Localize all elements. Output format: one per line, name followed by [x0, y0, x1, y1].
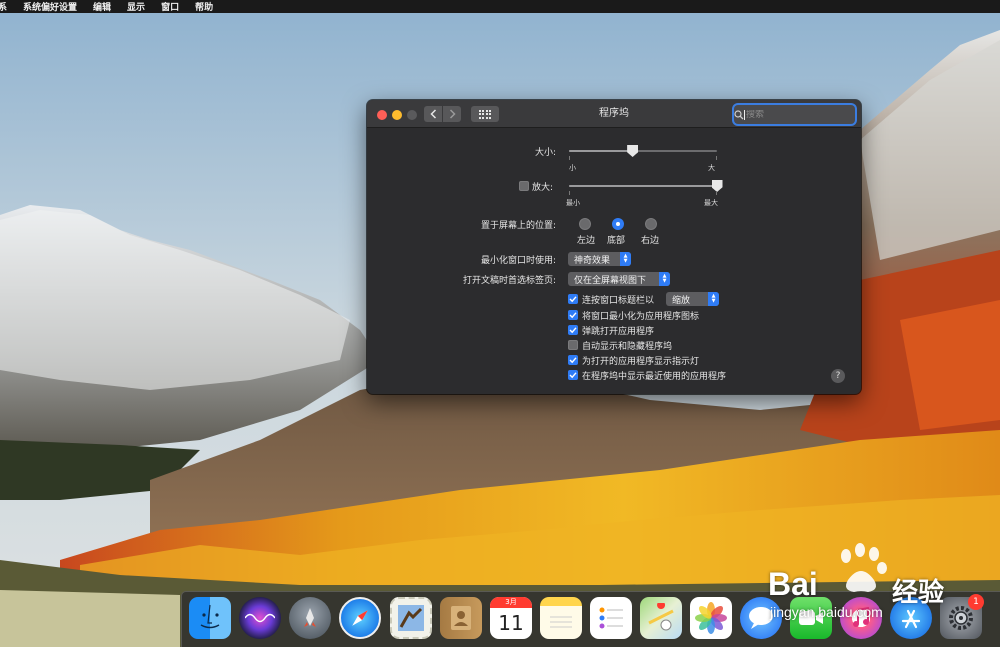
slider-tick: [569, 156, 570, 160]
forward-button[interactable]: [443, 106, 461, 122]
contacts-icon[interactable]: [440, 597, 482, 639]
size-slider[interactable]: [569, 145, 717, 160]
checkmark-icon: [569, 357, 577, 364]
prefer-tabs-popup[interactable]: 仅在全屏幕视图下 ▲ ▼: [568, 272, 670, 286]
option-checkbox[interactable]: [568, 355, 578, 365]
grid-icon: [478, 109, 481, 112]
safari-icon[interactable]: [339, 597, 381, 639]
position-label: 置于屏幕上的位置:: [480, 221, 556, 231]
magnify-max-label: 最大: [704, 199, 718, 207]
option-label: 将窗口最小化为应用程序图标: [582, 311, 700, 322]
back-button[interactable]: [424, 106, 442, 122]
title-bar: 程序坞 ⋯: [367, 100, 861, 128]
position-left-label: 左边: [577, 236, 596, 246]
menu-edit[interactable]: 编辑: [85, 0, 119, 13]
help-button[interactable]: ?: [831, 369, 845, 383]
checkmark-icon: [569, 296, 577, 303]
maps-icon[interactable]: [640, 597, 682, 639]
zoom-window-button[interactable]: [407, 110, 417, 120]
size-min-label: 小: [569, 164, 576, 172]
checkmark-icon: [569, 372, 577, 379]
option-row: 弹跳打开应用程序: [568, 324, 655, 337]
position-bottom-radio[interactable]: [612, 218, 624, 230]
finder-icon[interactable]: [189, 597, 231, 639]
option-row: 将窗口最小化为应用程序图标: [568, 309, 700, 322]
popup-arrows-icon: ▲ ▼: [708, 292, 719, 306]
position-bottom-label: 底部: [607, 236, 626, 246]
minimize-window-button[interactable]: [392, 110, 402, 120]
mail-icon[interactable]: [390, 597, 432, 639]
search-field[interactable]: ⋯: [734, 105, 861, 124]
magnify-slider-fill: [569, 185, 717, 187]
menu-view[interactable]: 显示: [119, 0, 153, 13]
checkmark-icon: [569, 327, 577, 334]
menu-window[interactable]: 窗口: [153, 0, 187, 13]
menu-help[interactable]: 帮助: [187, 0, 221, 13]
menu-system-preferences[interactable]: 系统偏好设置: [15, 0, 85, 13]
minimize-effect-popup[interactable]: 神奇效果 ▲ ▼: [568, 252, 631, 266]
double-click-label: 连按窗口标题栏以: [582, 295, 655, 306]
slider-tick: [716, 191, 717, 195]
show-all-button[interactable]: [471, 106, 499, 122]
prefer-tabs-label: 打开文稿时首选标签页:: [462, 276, 556, 286]
position-right-label: 右边: [641, 236, 660, 246]
calendar-month: 3月: [490, 597, 532, 608]
double-click-popup[interactable]: 缩放 ▲ ▼: [666, 292, 719, 306]
chevron-right-icon: [449, 109, 456, 119]
siri-icon[interactable]: [239, 597, 281, 639]
double-click-row: 连按窗口标题栏以: [568, 293, 655, 306]
messages-icon[interactable]: [740, 597, 782, 639]
option-label: 为打开的应用程序显示指示灯: [582, 356, 700, 367]
position-left-radio[interactable]: [579, 218, 591, 230]
reminders-icon[interactable]: [590, 597, 632, 639]
option-row: 自动显示和隐藏程序坞: [568, 339, 673, 352]
slider-tick: [569, 191, 570, 195]
magnify-slider[interactable]: [569, 180, 723, 195]
notes-icon[interactable]: [540, 597, 582, 639]
facetime-icon[interactable]: [790, 597, 832, 639]
minimize-effect-value: 神奇效果: [574, 255, 611, 266]
menu-bar: 系 系统偏好设置 编辑 显示 窗口 帮助: [0, 0, 1000, 13]
double-click-value: 缩放: [672, 295, 691, 306]
option-label: 弹跳打开应用程序: [582, 326, 655, 337]
menu-app-fragment[interactable]: 系: [0, 0, 15, 13]
chevron-left-icon: [429, 109, 436, 119]
option-checkbox[interactable]: [568, 325, 578, 335]
option-row: 在程序坞中显示最近使用的应用程序: [568, 369, 727, 382]
checkmark-icon: [569, 312, 577, 319]
size-max-label: 大: [708, 164, 715, 172]
notification-badge: 1: [968, 594, 984, 610]
position-right-radio[interactable]: [645, 218, 657, 230]
minimize-effect-label: 最小化窗口时使用:: [480, 256, 556, 266]
photos-icon[interactable]: [690, 597, 732, 639]
option-label: 自动显示和隐藏程序坞: [582, 341, 673, 352]
option-checkbox[interactable]: [568, 310, 578, 320]
magnify-checkbox[interactable]: [519, 181, 529, 191]
option-row: 为打开的应用程序显示指示灯: [568, 354, 700, 367]
app-store-icon[interactable]: [890, 597, 932, 639]
size-slider-fill: [569, 150, 633, 152]
option-checkbox[interactable]: [568, 340, 578, 350]
double-click-checkbox[interactable]: [568, 294, 578, 304]
popup-arrows-icon: ▲ ▼: [659, 272, 670, 286]
slider-tick: [716, 156, 717, 160]
search-icon: [734, 109, 744, 120]
magnify-min-label: 最小: [566, 199, 580, 207]
close-window-button[interactable]: [377, 110, 387, 120]
prefer-tabs-value: 仅在全屏幕视图下: [574, 275, 647, 286]
itunes-icon[interactable]: [840, 597, 882, 639]
option-checkbox[interactable]: [568, 370, 578, 380]
option-label: 在程序坞中显示最近使用的应用程序: [582, 371, 727, 382]
size-label: 大小:: [534, 148, 556, 158]
search-input[interactable]: [744, 109, 861, 120]
popup-arrows-icon: ▲ ▼: [620, 252, 631, 266]
launchpad-icon[interactable]: [289, 597, 331, 639]
calendar-icon[interactable]: 3月 11: [490, 597, 532, 639]
magnify-label: 放大:: [532, 183, 554, 193]
calendar-day: 11: [498, 611, 524, 635]
